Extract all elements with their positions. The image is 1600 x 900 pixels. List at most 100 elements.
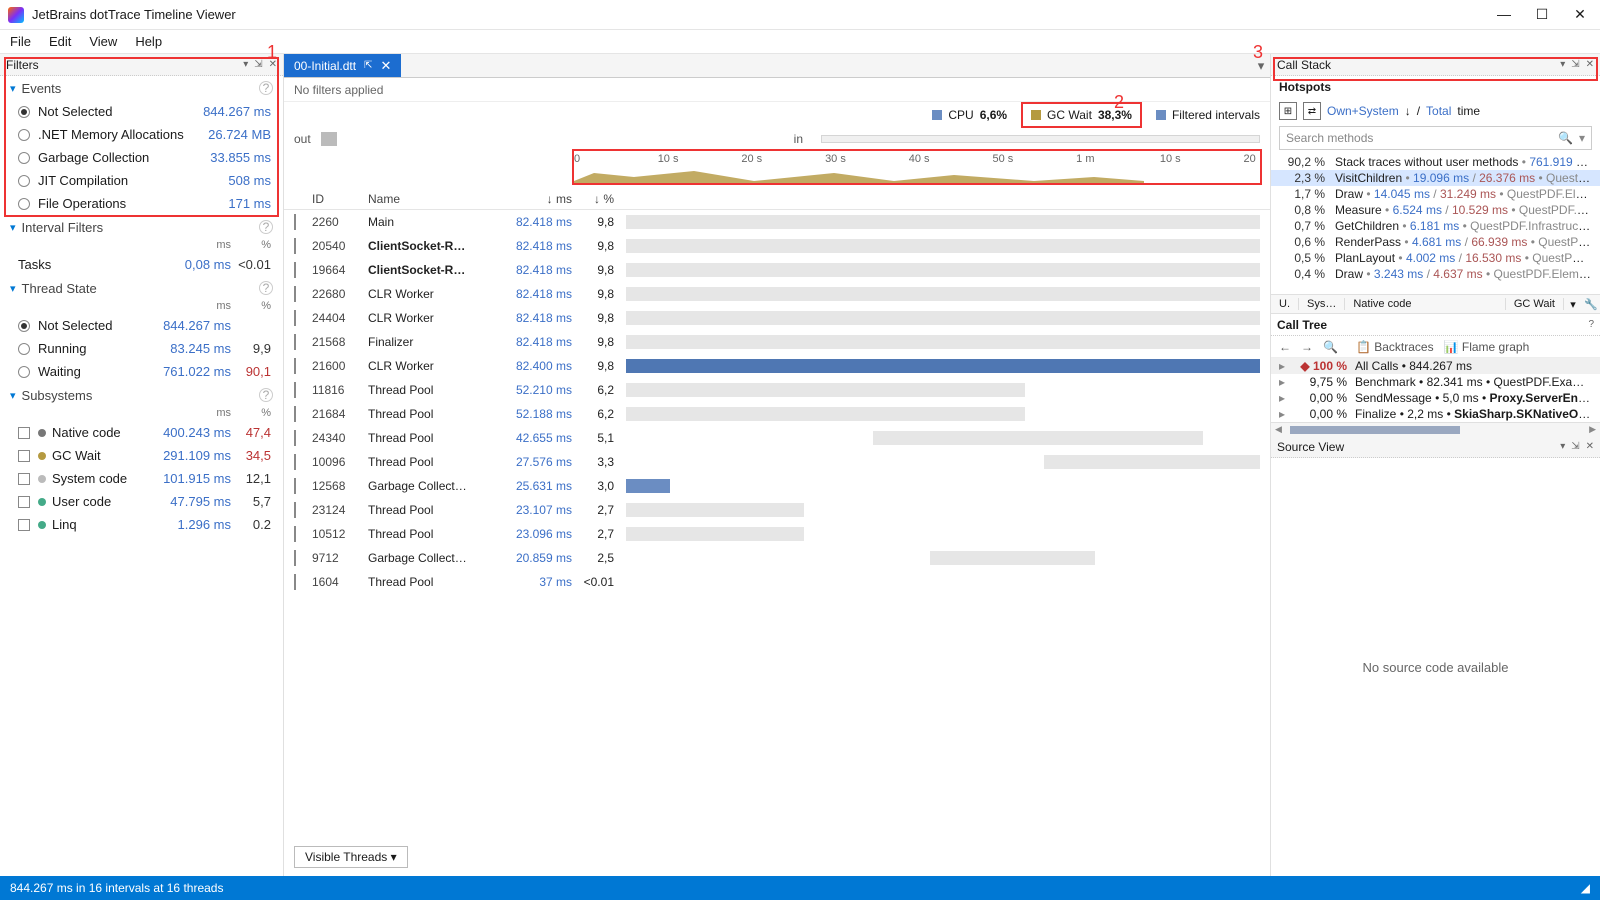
minimize-button[interactable]: ―: [1492, 6, 1516, 23]
event-3[interactable]: JIT Compilation508 ms: [0, 169, 283, 192]
thread-row[interactable]: 24340Thread Pool42.655 ms5,1: [284, 426, 1270, 450]
thread-checkbox[interactable]: [294, 574, 296, 590]
close-button[interactable]: ✕: [1568, 6, 1592, 23]
thread-row[interactable]: 20540ClientSocket-R…82.418 ms9,8: [284, 234, 1270, 258]
help-icon[interactable]: ?: [259, 220, 273, 234]
thread-row[interactable]: 11816Thread Pool52.210 ms6,2: [284, 378, 1270, 402]
tree-row[interactable]: ▸0,00 %SendMessage • 5,0 ms • Proxy.Serv…: [1271, 390, 1600, 406]
backtraces-button[interactable]: Backtraces: [1374, 340, 1433, 354]
callstack-pin-icon[interactable]: ⇲: [1571, 59, 1579, 70]
thread-checkbox[interactable]: [294, 526, 296, 542]
subsystem-1[interactable]: GC Wait291.109 ms34,5: [0, 444, 283, 467]
thread-row[interactable]: 22680CLR Worker82.418 ms9,8: [284, 282, 1270, 306]
calltree-help-icon[interactable]: ?: [1588, 319, 1594, 330]
thread-row[interactable]: 24404CLR Worker82.418 ms9,8: [284, 306, 1270, 330]
tree-icon[interactable]: ⇄: [1303, 102, 1321, 120]
filters-dropdown-icon[interactable]: ▾: [243, 59, 248, 70]
thread-checkbox[interactable]: [294, 454, 296, 470]
hotspot-row[interactable]: 0,8 %Measure • 6.524 ms / 10.529 ms • Qu…: [1271, 202, 1600, 218]
hotspot-row[interactable]: 0,7 %GetChildren • 6.181 ms • QuestPDF.I…: [1271, 218, 1600, 234]
thread-checkbox[interactable]: [294, 286, 296, 302]
search-methods-input[interactable]: Search methods 🔍 ▾: [1279, 126, 1592, 150]
thread-row[interactable]: 1604Thread Pool37 ms<0.01: [284, 570, 1270, 594]
thread-checkbox[interactable]: [294, 550, 296, 566]
thread-checkbox[interactable]: [294, 238, 296, 254]
thread-row[interactable]: 21568Finalizer82.418 ms9,8: [284, 330, 1270, 354]
threadstate-2[interactable]: Waiting761.022 ms90,1: [0, 360, 283, 383]
expand-icon[interactable]: ▸: [1279, 391, 1291, 405]
thread-state-header[interactable]: ▾ Thread State ?: [0, 276, 283, 300]
thread-checkbox[interactable]: [294, 310, 296, 326]
thread-row[interactable]: 10096Thread Pool27.576 ms3,3: [284, 450, 1270, 474]
tab-close-icon[interactable]: ✕: [380, 58, 391, 74]
timeline-ruler[interactable]: 010 s20 s30 s40 s50 s1 m10 s20: [574, 150, 1260, 184]
thread-checkbox[interactable]: [294, 406, 296, 422]
thread-row[interactable]: 9712Garbage Collect…20.859 ms2,5: [284, 546, 1270, 570]
tree-row[interactable]: ▸◆ 100 %All Calls • 844.267 ms: [1271, 358, 1600, 374]
calltree-hscroll[interactable]: ◀ ▶: [1271, 422, 1600, 436]
nav-search-icon[interactable]: 🔍: [1323, 340, 1338, 354]
thread-checkbox[interactable]: [294, 214, 296, 230]
subsystem-0[interactable]: Native code400.243 ms47,4: [0, 421, 283, 444]
sourceview-pin-icon[interactable]: ⇲: [1571, 441, 1579, 452]
threadstate-1[interactable]: Running83.245 ms9,9: [0, 337, 283, 360]
thread-checkbox[interactable]: [294, 430, 296, 446]
event-4[interactable]: File Operations171 ms: [0, 192, 283, 215]
tab-pin-icon[interactable]: ⇱: [364, 60, 372, 71]
threadstate-0[interactable]: Not Selected844.267 ms: [0, 314, 283, 337]
thread-checkbox[interactable]: [294, 262, 296, 278]
menu-file[interactable]: File: [10, 34, 31, 49]
col-name-label[interactable]: Name: [368, 192, 508, 206]
snapshot-tab[interactable]: 00-Initial.dtt ⇱ ✕: [284, 54, 401, 77]
own-system-link[interactable]: Own+System: [1327, 104, 1399, 118]
col-id-label[interactable]: ID: [312, 192, 368, 206]
split-dropdown-icon[interactable]: ▾: [1564, 298, 1582, 311]
callstack-close-icon[interactable]: ✕: [1586, 59, 1594, 70]
help-icon[interactable]: ?: [259, 81, 273, 95]
visible-threads-button[interactable]: Visible Threads ▾: [294, 846, 408, 868]
filtered-intervals-chip[interactable]: Filtered intervals: [1156, 108, 1260, 122]
cpu-chip[interactable]: CPU 6,6%: [932, 108, 1007, 122]
hotspot-row[interactable]: 1,7 %Draw • 14.045 ms / 31.249 ms • Ques…: [1271, 186, 1600, 202]
events-section-header[interactable]: ▾ Events ?: [0, 76, 283, 100]
hotspot-row[interactable]: 0,4 %Draw • 3.243 ms / 4.637 ms • QuestP…: [1271, 266, 1600, 282]
total-link[interactable]: Total: [1426, 104, 1451, 118]
sourceview-close-icon[interactable]: ✕: [1586, 441, 1594, 452]
thread-checkbox[interactable]: [294, 478, 296, 494]
expand-icon[interactable]: ▸: [1279, 375, 1291, 389]
expand-icon[interactable]: ▸: [1279, 359, 1291, 373]
event-0[interactable]: Not Selected844.267 ms: [0, 100, 283, 123]
nav-back-icon[interactable]: ←: [1279, 340, 1291, 354]
hotspot-row[interactable]: 0,5 %PlanLayout • 4.002 ms / 16.530 ms •…: [1271, 250, 1600, 266]
nav-fwd-icon[interactable]: →: [1301, 340, 1313, 354]
thread-row[interactable]: 2260Main82.418 ms9,8: [284, 210, 1270, 234]
event-1[interactable]: .NET Memory Allocations26.724 MB: [0, 123, 283, 146]
menu-view[interactable]: View: [89, 34, 117, 49]
search-options-icon[interactable]: ▾: [1579, 131, 1585, 145]
thread-row[interactable]: 10512Thread Pool23.096 ms2,7: [284, 522, 1270, 546]
filters-pin-icon[interactable]: ⇲: [254, 59, 262, 70]
help-icon[interactable]: ?: [259, 388, 273, 402]
help-icon[interactable]: ?: [259, 281, 273, 295]
subsystem-3[interactable]: User code47.795 ms5,7: [0, 490, 283, 513]
flamegraph-button[interactable]: Flame graph: [1462, 340, 1529, 354]
hotspot-row[interactable]: 90,2 %Stack traces without user methods …: [1271, 154, 1600, 170]
menu-edit[interactable]: Edit: [49, 34, 71, 49]
sourceview-dropdown-icon[interactable]: ▾: [1560, 441, 1565, 452]
thread-row[interactable]: 21600CLR Worker82.400 ms9,8: [284, 354, 1270, 378]
merge-icon[interactable]: ⊞: [1279, 102, 1297, 120]
zoom-slider-handle[interactable]: [321, 132, 337, 146]
thread-row[interactable]: 23124Thread Pool23.107 ms2,7: [284, 498, 1270, 522]
event-2[interactable]: Garbage Collection33.855 ms: [0, 146, 283, 169]
thread-checkbox[interactable]: [294, 334, 296, 350]
hotspot-row[interactable]: 0,6 %RenderPass • 4.681 ms / 66.939 ms •…: [1271, 234, 1600, 250]
maximize-button[interactable]: ☐: [1530, 6, 1554, 23]
menu-help[interactable]: Help: [135, 34, 162, 49]
sort-arrow-icon[interactable]: ↓: [1405, 104, 1411, 118]
tree-row[interactable]: ▸9,75 %Benchmark • 82.341 ms • QuestPDF.…: [1271, 374, 1600, 390]
col-ms-label[interactable]: ↓ ms: [508, 192, 580, 206]
tree-row[interactable]: ▸0,00 %Finalize • 2,2 ms • SkiaSharp.SKN…: [1271, 406, 1600, 422]
subsystem-4[interactable]: Linq1.296 ms0.2: [0, 513, 283, 536]
subsystem-2[interactable]: System code101.915 ms12,1: [0, 467, 283, 490]
callstack-dropdown-icon[interactable]: ▾: [1560, 59, 1565, 70]
